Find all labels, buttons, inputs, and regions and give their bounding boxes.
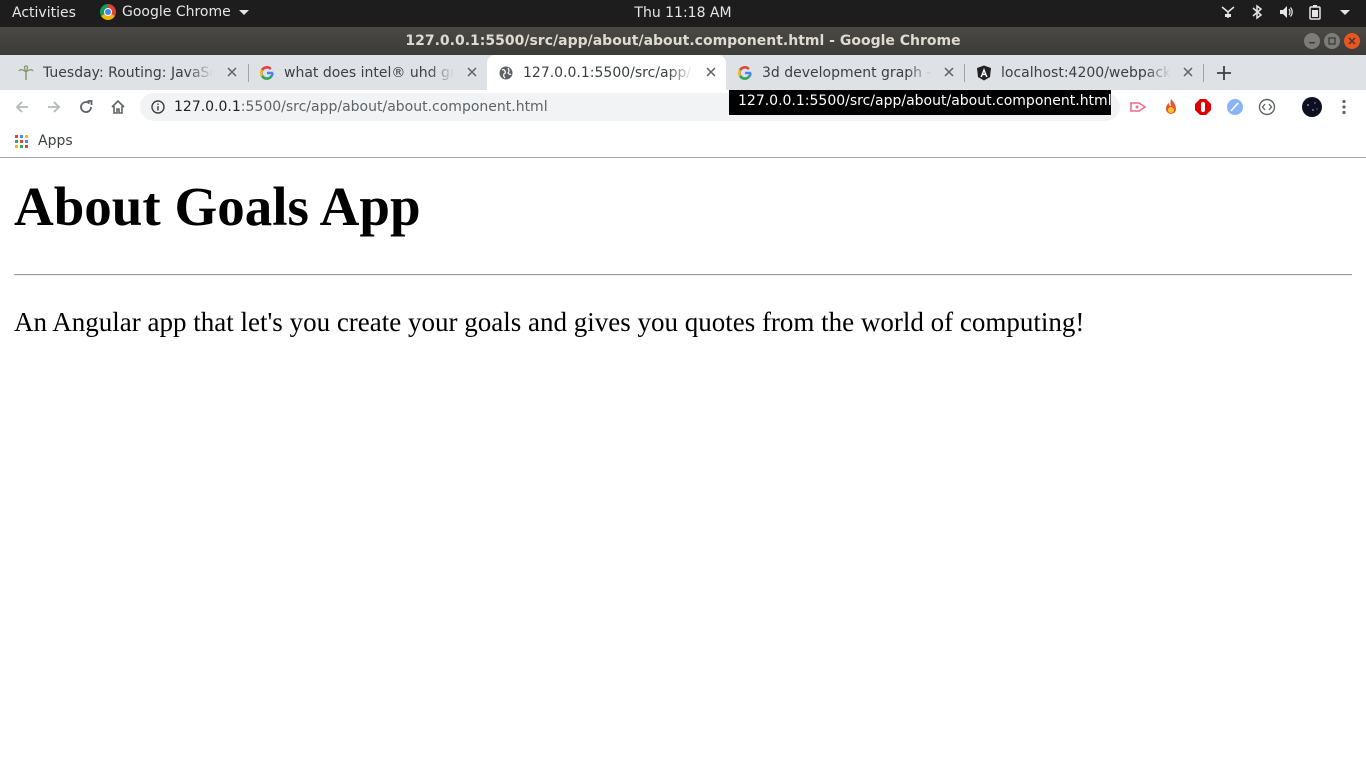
apps-shortcut[interactable]: Apps bbox=[15, 133, 73, 149]
globe-icon bbox=[498, 65, 514, 81]
tab-title: Tuesday: Routing: JavaScript bbox=[43, 64, 213, 81]
system-tray[interactable] bbox=[1220, 4, 1352, 20]
page-description: An Angular app that let's you create you… bbox=[14, 307, 1085, 337]
tab-3d-development-graph[interactable]: 3d development graph - Google bbox=[726, 55, 964, 90]
chevron-down-icon bbox=[238, 9, 249, 15]
maximize-button[interactable] bbox=[1324, 33, 1340, 49]
tab-strip: Tuesday: Routing: JavaScript what does i… bbox=[0, 55, 1366, 90]
tab-intel-uhd-search[interactable]: what does intel® uhd graphics bbox=[249, 55, 487, 90]
window-title: 127.0.0.1:5500/src/app/about/about.compo… bbox=[405, 33, 961, 49]
close-tab-icon[interactable] bbox=[942, 65, 956, 79]
home-button[interactable] bbox=[108, 97, 128, 117]
clock[interactable]: Thu 11:18 AM bbox=[634, 5, 731, 21]
apps-label: Apps bbox=[38, 133, 73, 149]
google-g-icon bbox=[259, 65, 275, 81]
tab-title: 127.0.0.1:5500/src/app/about bbox=[523, 64, 693, 81]
tab-separator bbox=[1203, 64, 1204, 82]
page-content: About Goals App An Angular app that let'… bbox=[0, 159, 1366, 768]
window-title-bar[interactable]: 127.0.0.1:5500/src/app/about/about.compo… bbox=[0, 27, 1366, 55]
tab-tuesday-routing[interactable]: Tuesday: Routing: JavaScript bbox=[0, 55, 247, 90]
back-button[interactable] bbox=[12, 97, 32, 117]
menu-dots-icon[interactable] bbox=[1335, 98, 1353, 116]
reload-button[interactable] bbox=[76, 97, 96, 117]
close-tab-icon[interactable] bbox=[704, 65, 718, 79]
url-tooltip: 127.0.0.1:5500/src/app/about/about.compo… bbox=[729, 90, 1112, 115]
close-window-button[interactable] bbox=[1344, 33, 1360, 49]
activities-button[interactable]: Activities bbox=[12, 5, 76, 21]
tab-about-component[interactable]: 127.0.0.1:5500/src/app/about bbox=[487, 55, 726, 90]
app-menu-label: Google Chrome bbox=[122, 4, 231, 20]
close-tab-icon[interactable] bbox=[1181, 65, 1195, 79]
close-tab-icon[interactable] bbox=[225, 65, 239, 79]
tab-title: 3d development graph - Google bbox=[762, 64, 932, 81]
arrow-extension-icon[interactable] bbox=[1129, 98, 1147, 116]
tab-title: what does intel® uhd graphics bbox=[284, 64, 454, 81]
url-host: 127.0.0.1 bbox=[174, 99, 241, 115]
bookmarks-bar: Apps bbox=[0, 125, 1366, 158]
adblock-icon[interactable] bbox=[1194, 98, 1212, 116]
system-menu-caret-icon bbox=[1336, 4, 1352, 20]
palm-tree-icon bbox=[18, 64, 34, 81]
flame-extension-icon[interactable] bbox=[1162, 98, 1180, 116]
window-controls bbox=[1304, 33, 1360, 49]
tab-localhost-webpack[interactable]: localhost:4200/webpack-dev bbox=[965, 55, 1203, 90]
divider bbox=[14, 274, 1352, 276]
google-g-icon bbox=[737, 65, 753, 81]
network-icon bbox=[1220, 4, 1236, 20]
app-menu[interactable]: Google Chrome bbox=[100, 4, 249, 20]
feather-extension-icon[interactable] bbox=[1226, 98, 1244, 116]
info-icon[interactable] bbox=[150, 99, 166, 115]
profile-avatar-icon[interactable] bbox=[1302, 97, 1322, 117]
chrome-logo-icon bbox=[100, 4, 116, 20]
url-path: :5500/src/app/about/about.component.html bbox=[240, 99, 548, 115]
angular-icon bbox=[976, 65, 992, 81]
url-text: 127.0.0.1:5500/src/app/about/about.compo… bbox=[174, 99, 548, 115]
battery-icon bbox=[1307, 4, 1323, 20]
close-tab-icon[interactable] bbox=[465, 65, 479, 79]
forward-button[interactable] bbox=[44, 97, 64, 117]
code-extension-icon[interactable] bbox=[1258, 98, 1276, 116]
new-tab-button[interactable] bbox=[1214, 63, 1234, 83]
system-top-bar: Activities Google Chrome Thu 11:18 AM bbox=[0, 0, 1366, 27]
volume-icon bbox=[1278, 4, 1294, 20]
minimize-button[interactable] bbox=[1304, 33, 1320, 49]
bluetooth-icon bbox=[1249, 4, 1265, 20]
apps-grid-icon bbox=[15, 134, 28, 148]
browser-toolbar: 127.0.0.1:5500/src/app/about/about.compo… bbox=[0, 90, 1366, 125]
tab-title: localhost:4200/webpack-dev bbox=[1001, 64, 1171, 81]
page-title: About Goals App bbox=[14, 176, 421, 237]
